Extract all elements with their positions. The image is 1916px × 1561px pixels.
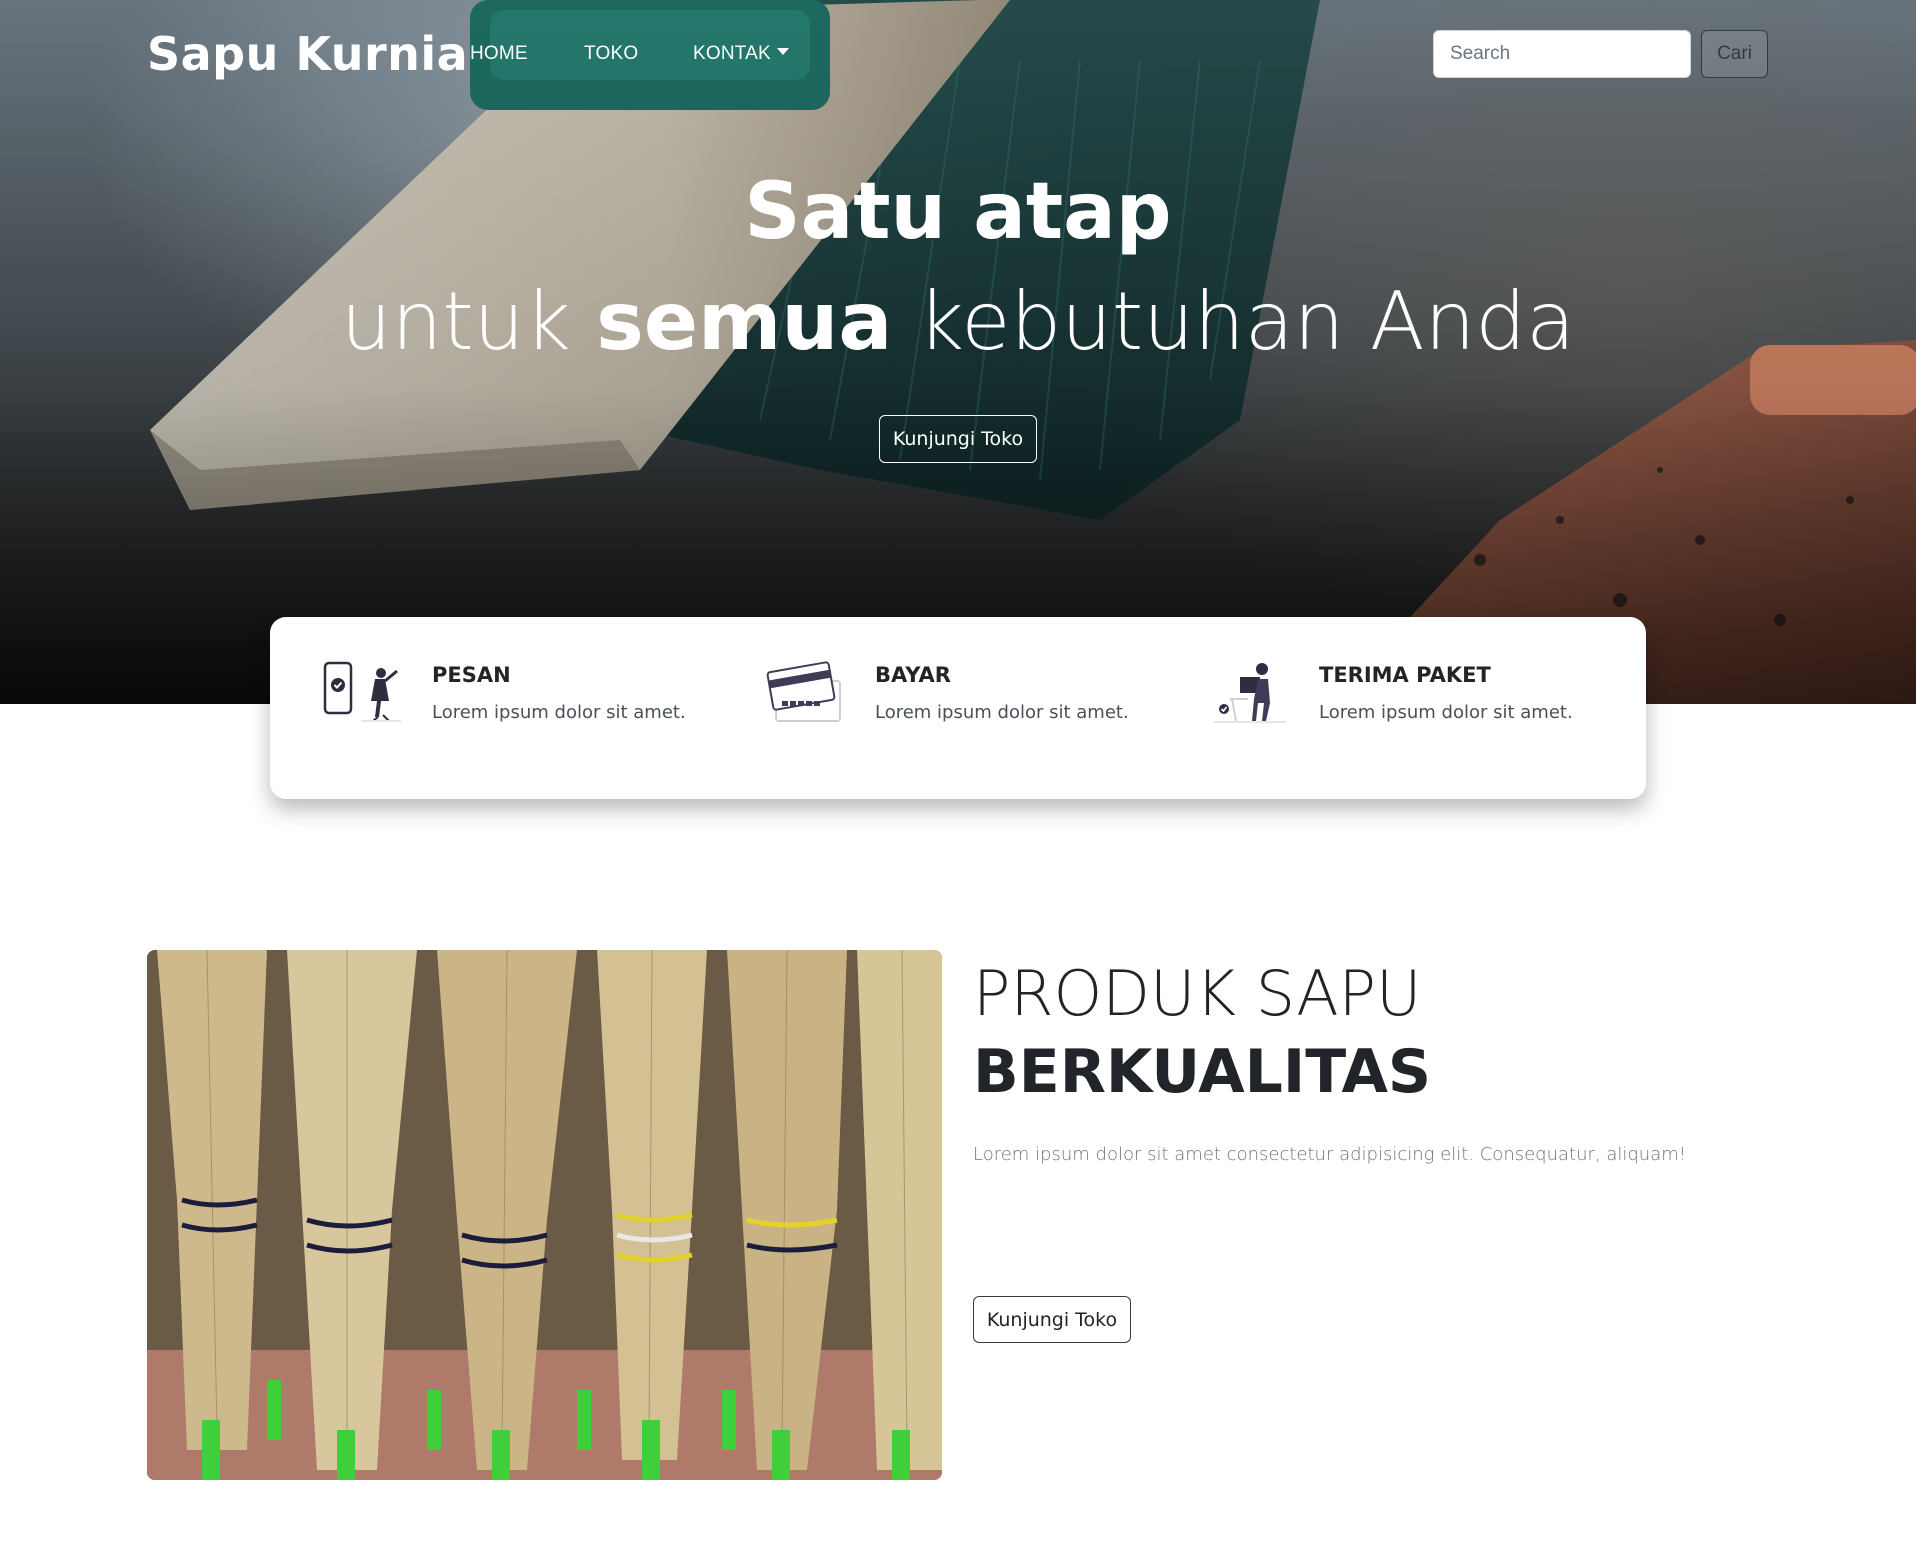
product-description: Lorem ipsum dolor sit amet consectetur a… bbox=[973, 1144, 1686, 1165]
brand-logo[interactable]: Sapu Kurnia bbox=[147, 24, 468, 84]
steps-panel: PESAN Lorem ipsum dolor sit amet. BAYAR … bbox=[270, 617, 1646, 799]
step-receive-text: Lorem ipsum dolor sit amet. bbox=[1319, 702, 1573, 723]
step-order-title: PESAN bbox=[432, 663, 511, 687]
credit-card-icon bbox=[766, 661, 841, 722]
nav-kontak-label: KONTAK bbox=[693, 43, 771, 64]
hero-subtitle-post: kebutuhan Anda bbox=[892, 275, 1576, 368]
hero-visit-store-button[interactable]: Kunjungi Toko bbox=[879, 415, 1037, 463]
search-button[interactable]: Cari bbox=[1701, 30, 1768, 78]
hero-subtitle-bold: semua bbox=[596, 275, 893, 368]
delivery-package-icon bbox=[1214, 663, 1286, 723]
hero-subtitle-pre: untuk bbox=[340, 275, 597, 368]
nav-kontak-dropdown[interactable]: KONTAK bbox=[693, 42, 789, 66]
hero-title: Satu atap bbox=[744, 167, 1172, 257]
product-title-light: PRODUK SAPU bbox=[973, 957, 1422, 1030]
hero-subtitle: untuk semua kebutuhan Anda bbox=[0, 270, 1916, 374]
product-title-bold: BERKUALITAS bbox=[973, 1037, 1432, 1107]
step-receive-title: TERIMA PAKET bbox=[1319, 663, 1491, 687]
phone-order-icon bbox=[323, 661, 401, 722]
step-order-text: Lorem ipsum dolor sit amet. bbox=[432, 702, 686, 723]
straw-brooms-illustration bbox=[147, 950, 942, 1480]
step-pay-title: BAYAR bbox=[875, 663, 951, 687]
hero-section: Sapu Kurnia HOME TOKO KONTAK Cari Satu a… bbox=[0, 0, 1916, 704]
product-visit-store-button[interactable]: Kunjungi Toko bbox=[973, 1296, 1131, 1343]
step-pay-text: Lorem ipsum dolor sit amet. bbox=[875, 702, 1129, 723]
search-input[interactable] bbox=[1433, 30, 1691, 78]
navbar: Sapu Kurnia HOME TOKO KONTAK Cari bbox=[0, 0, 1916, 108]
product-brooms-image bbox=[147, 950, 942, 1480]
nav-toko-link[interactable]: TOKO bbox=[584, 42, 638, 66]
nav-home-link[interactable]: HOME bbox=[470, 42, 528, 66]
caret-down-icon bbox=[776, 48, 789, 55]
